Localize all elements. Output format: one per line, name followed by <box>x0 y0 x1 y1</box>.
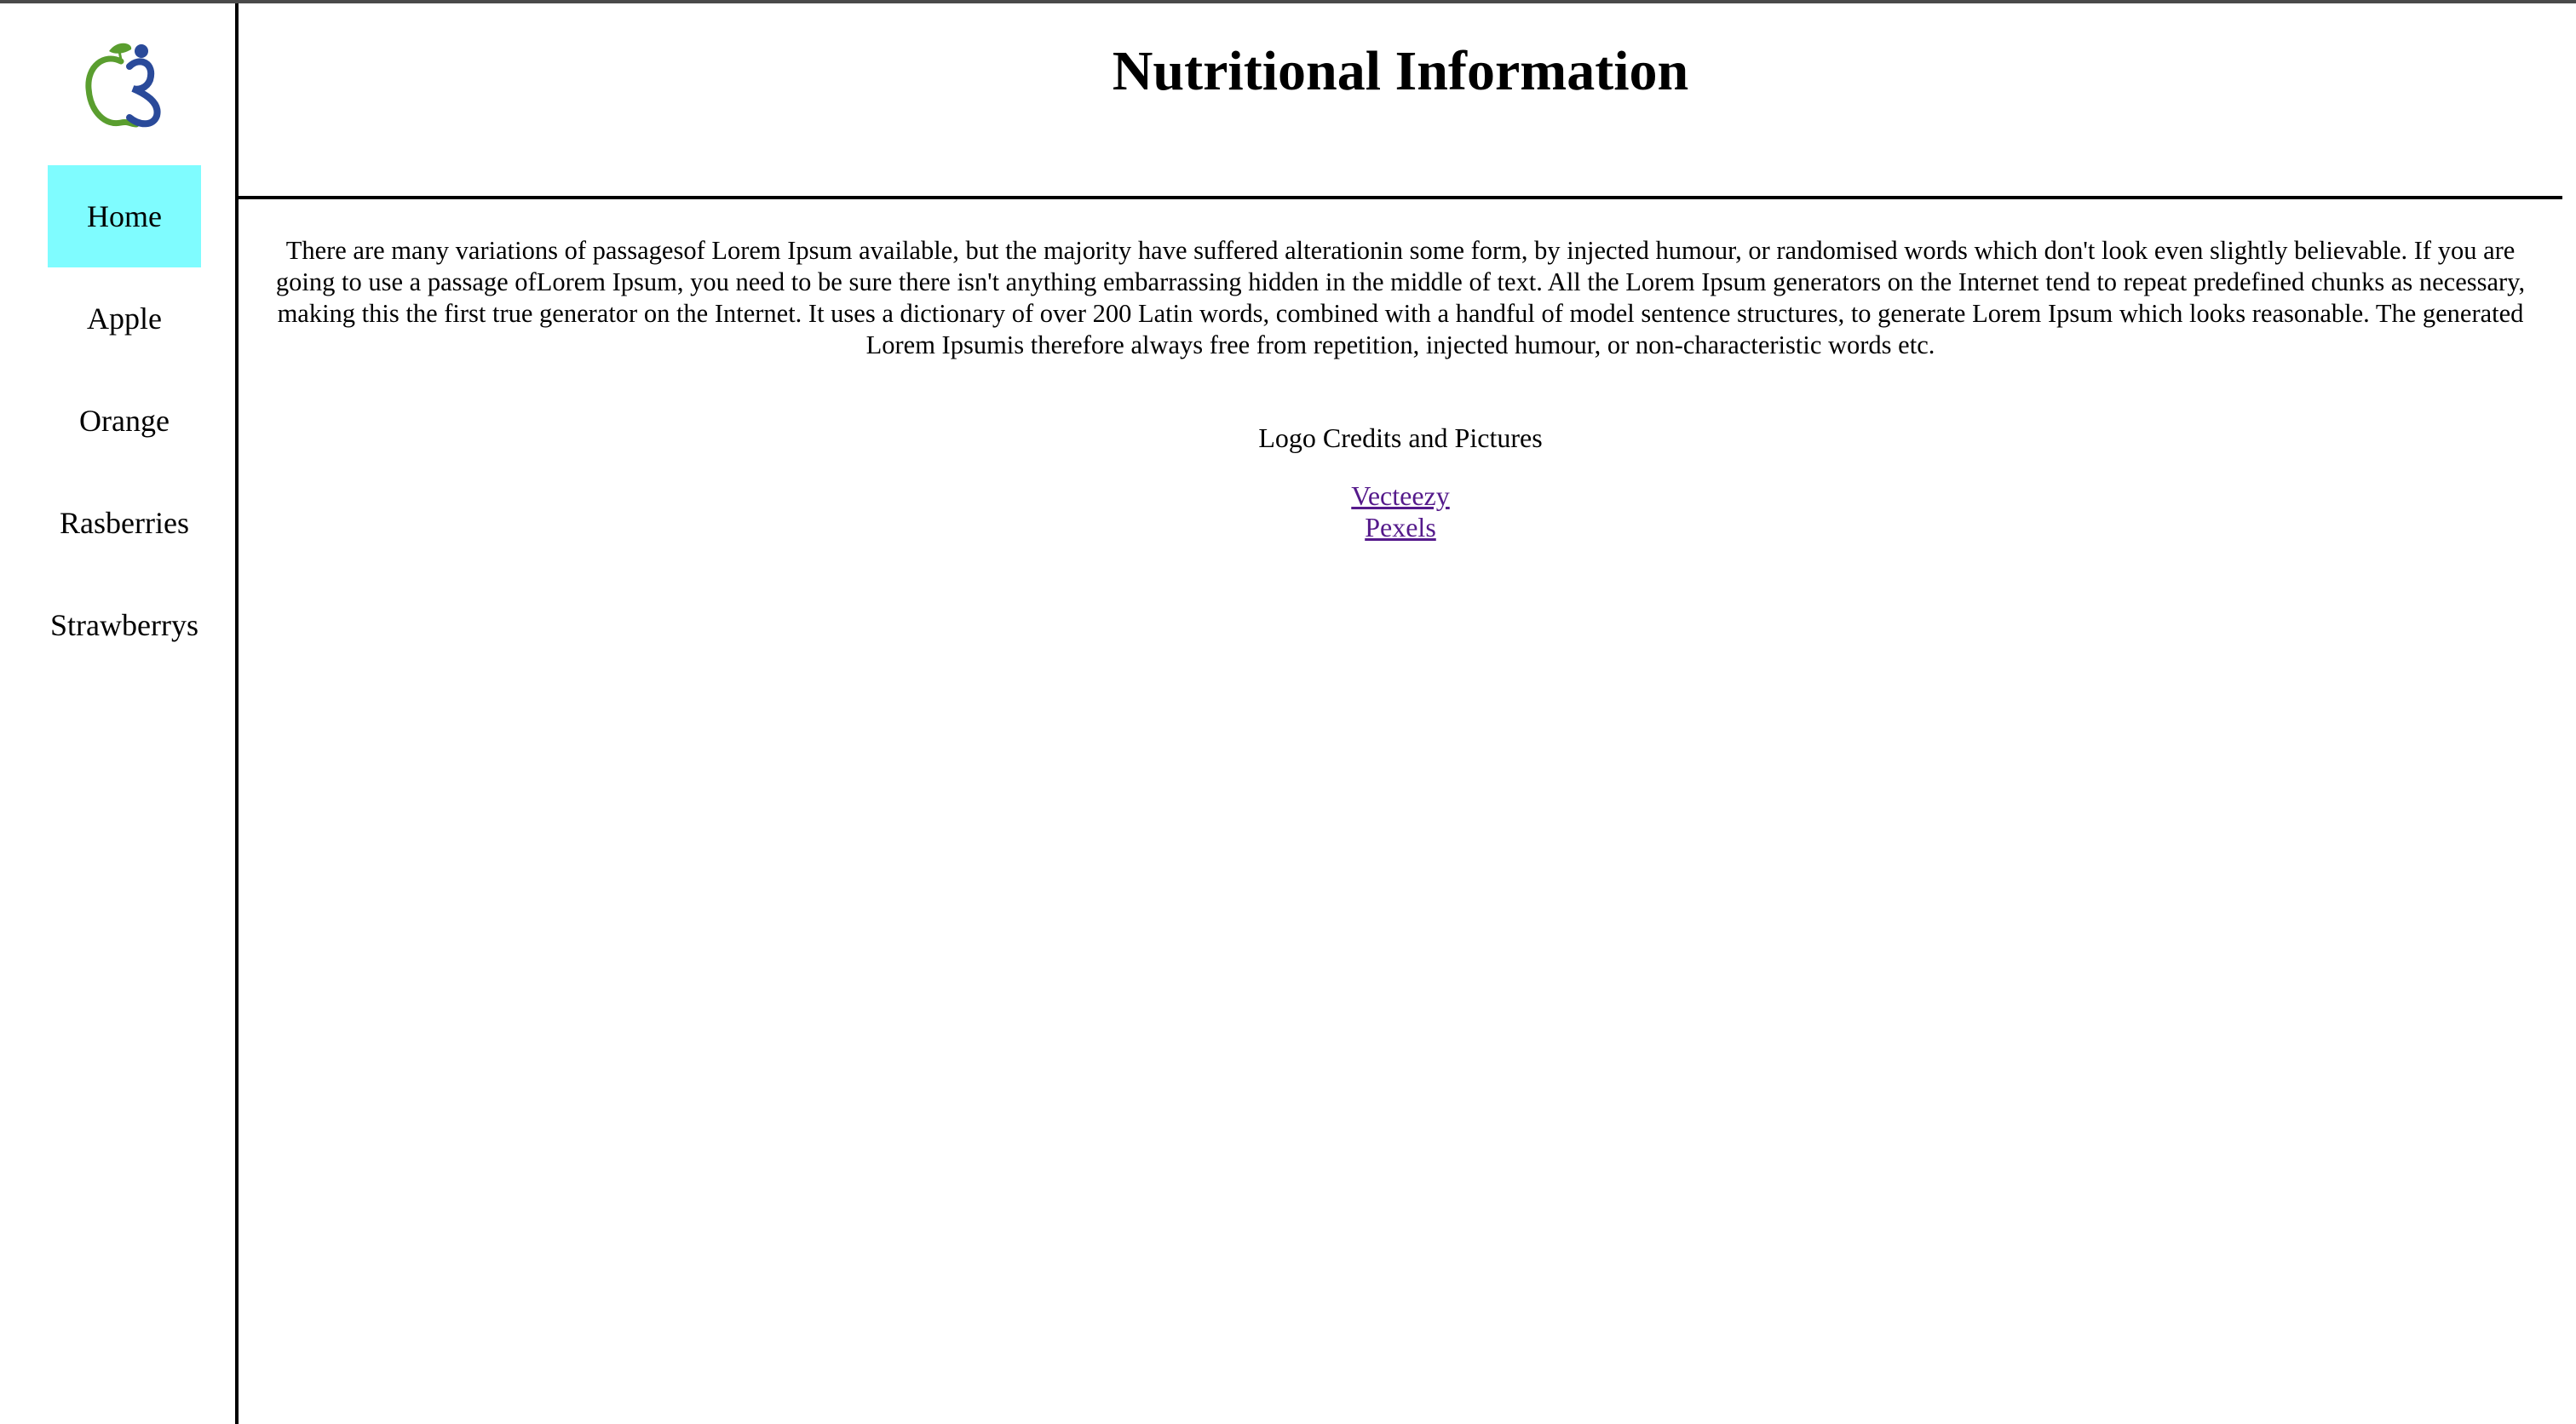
apple-person-logo-icon[interactable] <box>83 41 165 129</box>
sidebar-item-label: Apple <box>87 301 162 336</box>
main-content: Nutritional Information There are many v… <box>239 3 2576 1424</box>
sidebar-item-rasberries[interactable]: Rasberries <box>48 472 201 574</box>
sidebar-item-label: Orange <box>79 404 170 438</box>
sidebar: Home Apple Orange Rasberries Strawberrys <box>0 3 239 1424</box>
pexels-link[interactable]: Pexels <box>1365 512 1436 543</box>
vecteezy-link[interactable]: Vecteezy <box>1351 480 1449 512</box>
sidebar-item-label: Strawberrys <box>50 608 198 642</box>
intro-paragraph: There are many variations of passagesof … <box>275 236 2526 359</box>
credits-links: Vecteezy Pexels <box>239 480 2562 543</box>
sidebar-item-label: Home <box>87 199 162 233</box>
header-divider <box>239 196 2562 199</box>
sidebar-item-home[interactable]: Home <box>48 165 201 267</box>
sidebar-item-label: Rasberries <box>60 506 189 540</box>
sidebar-item-apple[interactable]: Apple <box>48 267 201 370</box>
sidebar-item-orange[interactable]: Orange <box>48 370 201 472</box>
sidebar-item-strawberrys[interactable]: Strawberrys <box>48 574 201 676</box>
credits-heading: Logo Credits and Pictures <box>1258 422 1543 453</box>
page-title: Nutritional Information <box>1112 40 1689 102</box>
